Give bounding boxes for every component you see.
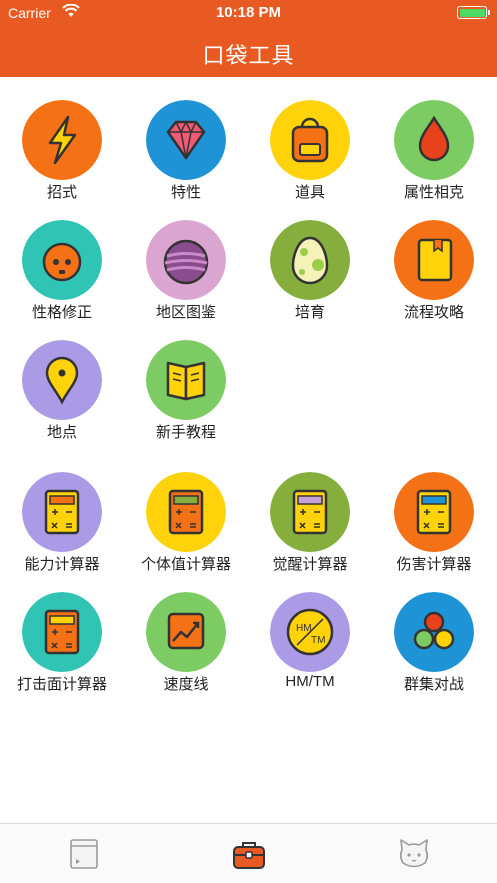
calculator-icon: [22, 592, 102, 672]
grid-item-coverage-calculator[interactable]: 打击面计算器: [0, 592, 124, 702]
grid-item-label: 群集对战: [403, 676, 464, 693]
tab-browser[interactable]: [64, 836, 104, 872]
grid-item-locations[interactable]: 地点: [0, 340, 124, 450]
page-title: 口袋工具: [202, 43, 295, 68]
grid-item-iv-calculator[interactable]: 个体值计算器: [124, 472, 248, 582]
disc-icon: HM TM: [270, 592, 350, 672]
grid-item-moves[interactable]: 招式: [0, 100, 124, 210]
grid-item-speed-line[interactable]: 速度线: [124, 592, 248, 702]
face-icon: [22, 220, 102, 300]
lightning-icon: [22, 100, 102, 180]
grid-item-walkthrough[interactable]: 流程攻略: [372, 220, 496, 330]
grid-item-label: 能力计算器: [24, 556, 100, 573]
disc-text-top: HM: [296, 623, 312, 634]
status-bar: Carrier 10:18 PM: [0, 0, 497, 26]
pin-icon: [22, 340, 102, 420]
egg-icon: [270, 220, 350, 300]
tab-toolbox[interactable]: [229, 836, 269, 872]
grid-item-label: 招式: [46, 184, 77, 201]
tab-bar: [0, 823, 497, 883]
tab-cat[interactable]: [394, 836, 434, 872]
grid-item-stat-calculator[interactable]: 能力计算器: [0, 472, 124, 582]
grid-item-label: 特性: [170, 184, 201, 201]
grid-item-tutorial[interactable]: 新手教程: [124, 340, 248, 450]
backpack-icon: [270, 100, 350, 180]
cat-face-icon: [399, 839, 429, 868]
calculator-icon: [394, 472, 474, 552]
drop-icon: [394, 100, 474, 180]
grid-item-label: HM/TM: [285, 673, 335, 690]
battery-icon: [457, 6, 490, 19]
grid-item-label: 道具: [294, 184, 325, 201]
grid-item-type-chart[interactable]: 属性相克: [372, 100, 496, 210]
grid-item-abilities[interactable]: 特性: [124, 100, 248, 210]
planet-icon: [146, 220, 226, 300]
grid-item-group-battle[interactable]: 群集对战: [372, 592, 496, 702]
grid-item-label: 培育: [294, 304, 325, 321]
browser-icon: [70, 839, 98, 869]
nav-header: Carrier 10:18 PM 口袋工具: [0, 0, 497, 77]
status-time: 10:18 PM: [215, 4, 282, 21]
calculator-icon: [146, 472, 226, 552]
grid-item-breeding[interactable]: 培育: [248, 220, 372, 330]
chart-icon: [146, 592, 226, 672]
calculator-icon: [22, 472, 102, 552]
calculator-icon: [270, 472, 350, 552]
open-book-icon: [146, 340, 226, 420]
grid-item-label: 属性相克: [403, 184, 464, 201]
grid-item-label: 地区图鉴: [155, 304, 216, 321]
grid-item-nature[interactable]: 性格修正: [0, 220, 124, 330]
grid-item-hm-tm[interactable]: HM TM HM/TM: [248, 592, 372, 702]
grid-item-pokedex[interactable]: 地区图鉴: [124, 220, 248, 330]
book-icon: [394, 220, 474, 300]
grid-item-label: 打击面计算器: [16, 676, 107, 693]
grid-item-damage-calculator[interactable]: 伤害计算器: [372, 472, 496, 582]
grid-item-label: 个体值计算器: [140, 556, 231, 573]
grid-item-hidden-power-calculator[interactable]: 觉醒计算器: [248, 472, 372, 582]
disc-text-bottom: TM: [311, 635, 325, 646]
grid-item-label: 速度线: [163, 676, 209, 693]
grid-item-label: 流程攻略: [403, 304, 464, 321]
balls-icon: [394, 592, 474, 672]
toolbox-icon: [233, 842, 265, 869]
grid-item-label: 觉醒计算器: [272, 556, 348, 573]
grid-item-label: 地点: [46, 424, 77, 441]
grid-item-items[interactable]: 道具: [248, 100, 372, 210]
gem-icon: [146, 100, 226, 180]
grid-item-label: 新手教程: [155, 424, 216, 441]
grid-item-label: 伤害计算器: [396, 556, 472, 573]
grid-item-label: 性格修正: [31, 304, 92, 321]
